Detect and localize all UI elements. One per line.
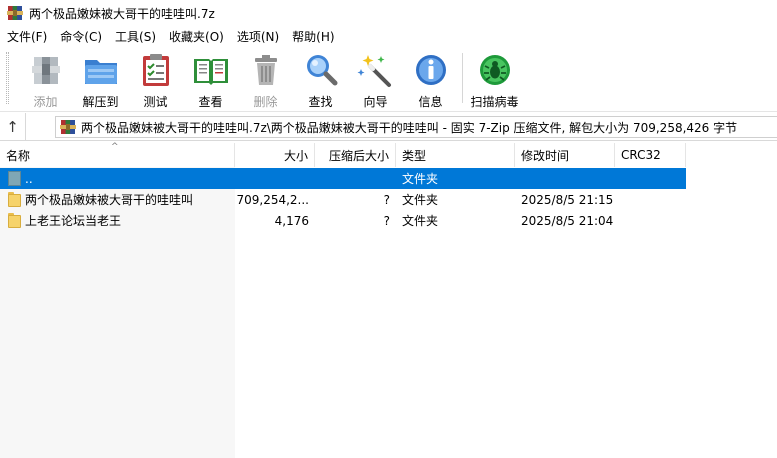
test-button[interactable]: 测试 — [128, 47, 183, 109]
extract-to-button-label: 解压到 — [82, 95, 119, 109]
address-bar: ↑ 两个极品嫩妹被大哥干的哇哇叫.7z\两个极品嫩妹被大哥干的哇哇叫 - 固实 … — [0, 112, 777, 141]
column-header-modified[interactable]: 修改时间 — [515, 143, 615, 167]
up-one-level-button[interactable]: ↑ — [0, 112, 26, 141]
view-book-icon — [192, 51, 230, 89]
info-button[interactable]: 信息 — [403, 47, 458, 109]
row-crc — [615, 189, 686, 210]
virus-scan-button-label: 扫描病毒 — [470, 95, 519, 109]
row-size — [235, 168, 315, 189]
menu-bar: 文件(F) 命令(C) 工具(S) 收藏夹(O) 选项(N) 帮助(H) — [0, 26, 777, 47]
column-size-label: 大小 — [283, 148, 308, 163]
parent-folder-icon — [8, 171, 21, 186]
row-name-cell: 两个极品嫩妹被大哥干的哇哇叫 — [0, 189, 235, 210]
row-crc — [615, 210, 686, 231]
toolbar-separator — [462, 53, 463, 103]
column-header: ^ 名称 大小 压缩后大小 类型 修改时间 CRC32 — [0, 143, 777, 167]
window-title: 两个极品嫩妹被大哥干的哇哇叫.7z — [29, 6, 215, 21]
winrar-app-icon — [7, 5, 23, 21]
folder-icon — [8, 192, 21, 207]
menu-tools[interactable]: 工具(S) — [108, 28, 162, 45]
info-icon — [412, 51, 450, 89]
row-name: .. — [25, 171, 33, 186]
row-size: 709,254,2... — [236, 192, 309, 207]
row-modified — [515, 168, 615, 189]
row-packed: ? — [383, 192, 390, 207]
file-list[interactable]: ^ 名称 大小 压缩后大小 类型 修改时间 CRC32 .. 文件夹 两个极品嫩… — [0, 143, 777, 458]
find-button[interactable]: 查找 — [293, 47, 348, 109]
add-button-label: 添加 — [33, 95, 58, 109]
delete-button[interactable]: 删除 — [238, 47, 293, 109]
view-button-label: 查看 — [198, 95, 223, 109]
row-size: 4,176 — [274, 213, 309, 228]
column-name-label: 名称 — [6, 148, 31, 163]
view-button[interactable]: 查看 — [183, 47, 238, 109]
row-name-cell: 上老王论坛当老王 — [0, 210, 235, 231]
row-name: 上老王论坛当老王 — [25, 214, 122, 228]
toolbar: 添加 解压到 测试 查看 删除 查找 向导 信息 扫描病毒 — [0, 47, 777, 112]
delete-button-label: 删除 — [253, 95, 278, 109]
column-type-label: 类型 — [402, 148, 427, 163]
toolbar-grip[interactable] — [6, 52, 9, 104]
row-modified: 2025/8/5 21:04 — [521, 213, 614, 228]
test-clipboard-icon — [137, 51, 175, 89]
column-header-crc[interactable]: CRC32 — [615, 143, 686, 167]
title-bar[interactable]: 两个极品嫩妹被大哥干的哇哇叫.7z — [0, 0, 777, 26]
column-modified-label: 修改时间 — [521, 148, 570, 163]
add-archive-icon — [27, 51, 65, 89]
arrow-up-icon: ↑ — [6, 117, 19, 136]
menu-file[interactable]: 文件(F) — [0, 28, 53, 45]
archive-icon — [60, 119, 76, 135]
column-header-name[interactable]: ^ 名称 — [0, 143, 235, 167]
virus-bug-icon — [476, 51, 514, 89]
wizard-button[interactable]: 向导 — [348, 47, 403, 109]
row-packed — [315, 168, 396, 189]
column-header-packed[interactable]: 压缩后大小 — [315, 143, 396, 167]
row-type: 文件夹 — [402, 193, 439, 207]
folder-icon — [8, 213, 21, 228]
path-field[interactable]: 两个极品嫩妹被大哥干的哇哇叫.7z\两个极品嫩妹被大哥干的哇哇叫 - 固实 7-… — [55, 116, 777, 138]
file-rows: .. 文件夹 两个极品嫩妹被大哥干的哇哇叫 709,254,2... ? 文件夹… — [0, 168, 777, 231]
trash-icon — [247, 51, 285, 89]
row-name: 两个极品嫩妹被大哥干的哇哇叫 — [25, 193, 194, 207]
row-type: 文件夹 — [402, 172, 439, 186]
magic-wand-icon — [357, 51, 395, 89]
extract-folder-icon — [82, 51, 120, 89]
column-header-size[interactable]: 大小 — [235, 143, 315, 167]
menu-options[interactable]: 选项(N) — [230, 28, 285, 45]
row-packed: ? — [383, 213, 390, 228]
column-header-type[interactable]: 类型 — [396, 143, 515, 167]
menu-help[interactable]: 帮助(H) — [285, 28, 340, 45]
table-row[interactable]: 上老王论坛当老王 4,176 ? 文件夹 2025/8/5 21:04 — [0, 210, 777, 231]
virus-scan-button[interactable]: 扫描病毒 — [467, 47, 522, 109]
info-button-label: 信息 — [418, 95, 443, 109]
find-button-label: 查找 — [308, 95, 333, 109]
menu-commands[interactable]: 命令(C) — [53, 28, 108, 45]
row-crc — [615, 168, 686, 189]
test-button-label: 测试 — [143, 95, 168, 109]
row-type: 文件夹 — [402, 214, 439, 228]
menu-favorites[interactable]: 收藏夹(O) — [162, 28, 230, 45]
add-button[interactable]: 添加 — [18, 47, 73, 109]
wizard-button-label: 向导 — [363, 95, 388, 109]
row-modified: 2025/8/5 21:15 — [521, 192, 614, 207]
row-name-cell: .. — [0, 168, 235, 189]
winrar-window: 两个极品嫩妹被大哥干的哇哇叫.7z 文件(F) 命令(C) 工具(S) 收藏夹(… — [0, 0, 777, 458]
table-row-parent[interactable]: .. 文件夹 — [0, 168, 686, 189]
path-text: 两个极品嫩妹被大哥干的哇哇叫.7z\两个极品嫩妹被大哥干的哇哇叫 - 固实 7-… — [81, 120, 738, 135]
extract-to-button[interactable]: 解压到 — [73, 47, 128, 109]
table-row[interactable]: 两个极品嫩妹被大哥干的哇哇叫 709,254,2... ? 文件夹 2025/8… — [0, 189, 777, 210]
column-crc-label: CRC32 — [621, 148, 661, 162]
magnifier-icon — [302, 51, 340, 89]
sort-ascending-icon: ^ — [111, 142, 119, 152]
column-packed-label: 压缩后大小 — [328, 148, 389, 163]
